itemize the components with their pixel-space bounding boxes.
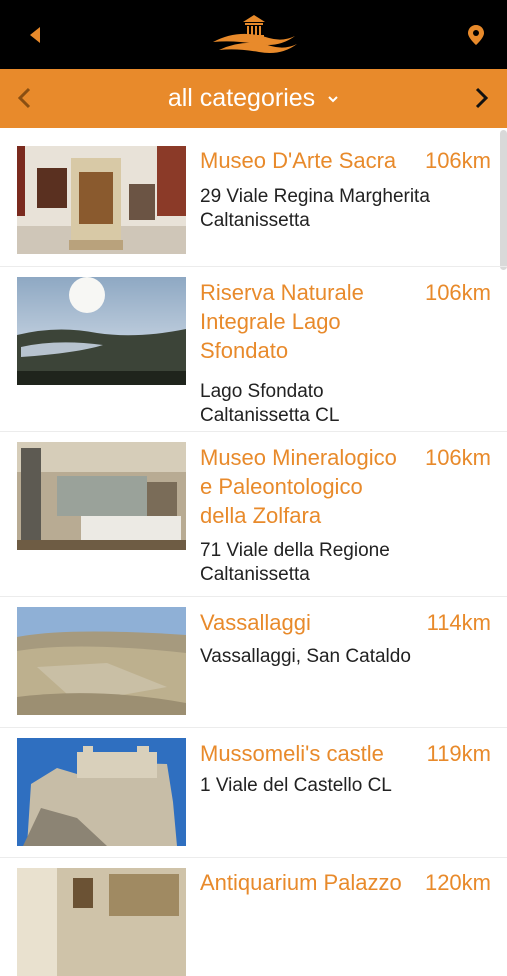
place-name: Museo Mineralogico e Paleontologico dell…: [200, 445, 397, 528]
list-item[interactable]: Museo D'Arte Sacra 106km 29 Viale Regina…: [0, 128, 507, 267]
temple-logo-icon: [213, 15, 297, 53]
place-distance: 106km: [424, 148, 491, 173]
place-name: Museo D'Arte Sacra: [200, 148, 397, 173]
map-pin-icon[interactable]: [467, 24, 485, 46]
place-name: Vassallaggi: [200, 610, 311, 635]
place-address: 29 Viale Regina Margherita Caltanissetta: [200, 186, 430, 231]
place-distance: 114km: [426, 610, 491, 635]
list-item[interactable]: Museo Mineralogico e Paleontologico dell…: [0, 432, 507, 597]
top-app-bar: [0, 0, 507, 69]
chevron-down-icon: [328, 95, 338, 102]
place-address: 71 Viale della Regione Caltanissetta: [200, 540, 390, 585]
place-distance: 120km: [424, 870, 491, 895]
list-item[interactable]: Antiquarium Palazzo 120km: [0, 858, 507, 976]
place-address: Vassallaggi, San Cataldo: [200, 646, 411, 667]
category-selector[interactable]: all categories: [0, 69, 507, 128]
list-item[interactable]: Vassallaggi 114km Vassallaggi, San Catal…: [0, 597, 507, 728]
place-name: Antiquarium Palazzo: [200, 870, 402, 895]
place-distance: 106km: [424, 280, 491, 305]
place-thumbnail: [17, 868, 186, 976]
place-distance: 106km: [424, 445, 491, 470]
places-list: Museo D'Arte Sacra 106km 29 Viale Regina…: [0, 128, 507, 976]
place-address: 1 Viale del Castello CL: [200, 775, 392, 796]
list-item[interactable]: Riserva Naturale Integrale Lago Sfondato…: [0, 267, 507, 432]
category-bar: all categories: [0, 69, 507, 128]
place-name: Riserva Naturale Integrale Lago Sfondato: [200, 280, 364, 363]
place-thumbnail: [17, 607, 186, 715]
place-name: Mussomeli's castle: [200, 741, 384, 766]
place-thumbnail: [17, 738, 186, 846]
place-address: Lago Sfondato Caltanissetta CL: [200, 381, 340, 426]
place-thumbnail: [17, 146, 186, 254]
chevron-right-icon[interactable]: [470, 86, 492, 110]
list-item[interactable]: Mussomeli's castle 119km 1 Viale del Cas…: [0, 728, 507, 858]
place-thumbnail: [17, 442, 186, 550]
place-distance: 119km: [426, 741, 491, 766]
place-thumbnail: [17, 277, 186, 385]
category-label: all categories: [167, 84, 316, 112]
back-arrow-icon[interactable]: [26, 25, 46, 45]
